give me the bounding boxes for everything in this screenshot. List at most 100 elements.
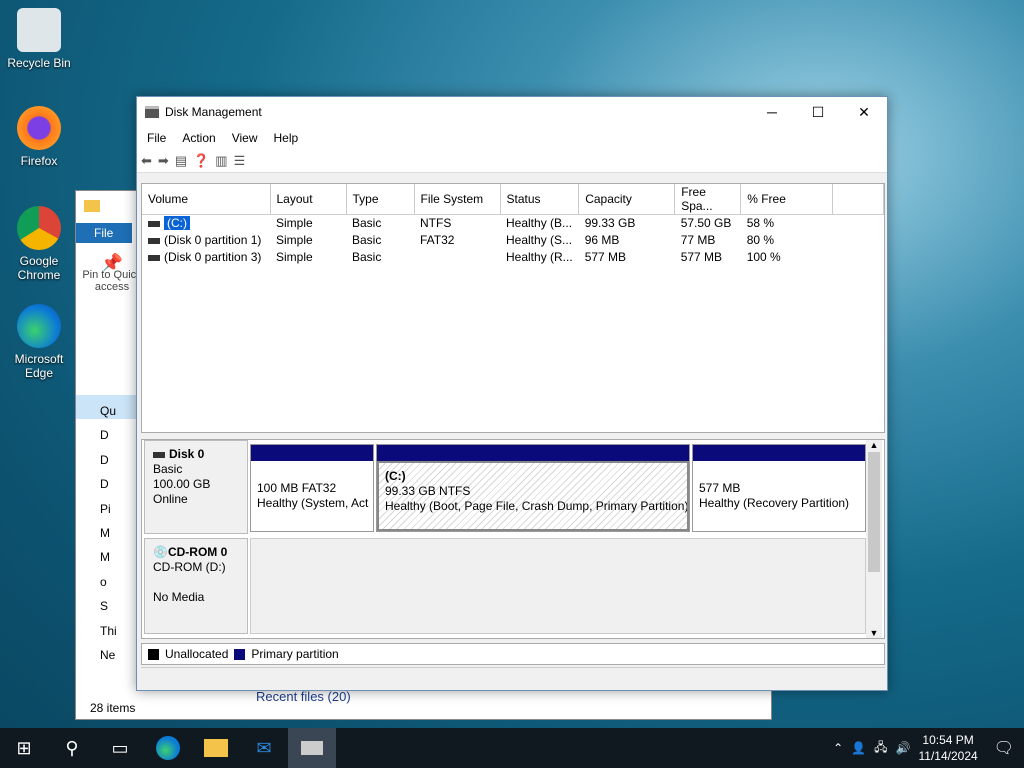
cell bbox=[414, 249, 500, 266]
disk-graphical-view: Disk 0 Basic 100.00 GB Online 100 MB FAT… bbox=[141, 439, 885, 639]
forward-arrow-icon[interactable]: ➡ bbox=[158, 153, 169, 169]
partition-system[interactable]: 100 MB FAT32 Healthy (System, Act bbox=[250, 444, 374, 532]
table-row[interactable]: (Disk 0 partition 1) Simple Basic FAT32 He… bbox=[142, 232, 884, 249]
col-free-space[interactable]: Free Spa... bbox=[674, 184, 742, 215]
cdrom-media: No Media bbox=[153, 590, 205, 604]
properties-icon[interactable]: ▤ bbox=[175, 153, 187, 169]
toolbar: ⬅ ➡ ▤ ❓ ▥ ☰ bbox=[137, 149, 887, 173]
table-row[interactable]: (Disk 0 partition 3) Simple Basic Healthy… bbox=[142, 249, 884, 266]
recycle-bin-icon bbox=[17, 8, 61, 52]
item-count: 28 items bbox=[90, 701, 136, 715]
pin-label: Pin to Quick access bbox=[82, 269, 142, 293]
disk-icon bbox=[153, 452, 165, 458]
nav-item[interactable]: D bbox=[100, 423, 117, 447]
volume-table: Volume Layout Type File System Status Ca… bbox=[142, 184, 884, 266]
col-filesystem[interactable]: File System bbox=[414, 184, 501, 215]
start-button[interactable]: ⊞ bbox=[0, 728, 48, 768]
back-arrow-icon[interactable]: ⬅ bbox=[141, 153, 152, 169]
cell: 77 MB bbox=[680, 233, 716, 247]
edge-shortcut[interactable]: Microsoft Edge bbox=[4, 304, 74, 380]
network-icon[interactable]: 🖧 bbox=[874, 738, 887, 759]
partition-recovery[interactable]: 577 MB Healthy (Recovery Partition) bbox=[692, 444, 866, 532]
col-layout[interactable]: Layout bbox=[270, 184, 347, 215]
col-type[interactable]: Type bbox=[346, 184, 415, 215]
nav-item[interactable]: Ne bbox=[100, 643, 117, 667]
taskbar-edge[interactable] bbox=[144, 728, 192, 768]
partition-c[interactable]: (C:) 99.33 GB NTFS Healthy (Boot, Page Fil… bbox=[376, 444, 690, 532]
nav-item[interactable]: D bbox=[100, 448, 117, 472]
col-capacity[interactable]: Capacity bbox=[578, 184, 676, 215]
volume-name: (C:) bbox=[164, 216, 190, 231]
scroll-thumb[interactable] bbox=[868, 452, 880, 572]
explorer-file-tab[interactable]: File bbox=[76, 223, 132, 243]
partition-status: Healthy (Boot, Page File, Crash Dump, Pr… bbox=[385, 499, 689, 513]
cell: Healthy (S... bbox=[506, 233, 573, 247]
cell: 100 % bbox=[746, 250, 781, 264]
title-bar: Disk Management ─ ☐ ✕ bbox=[137, 97, 887, 127]
menu-file[interactable]: File bbox=[139, 131, 174, 145]
nav-item[interactable]: Thi bbox=[100, 619, 117, 643]
search-icon: ⚲ bbox=[65, 737, 79, 758]
firefox-shortcut[interactable]: Firefox bbox=[4, 106, 74, 168]
clock-time: 10:54 PM bbox=[922, 733, 974, 747]
search-button[interactable]: ⚲ bbox=[48, 728, 96, 768]
recycle-bin-shortcut[interactable]: Recycle Bin bbox=[4, 8, 74, 70]
disk-mgmt-app-icon bbox=[145, 106, 159, 118]
minimize-button[interactable]: ─ bbox=[749, 97, 795, 127]
cell: Simple bbox=[276, 250, 313, 264]
drive-icon bbox=[148, 238, 160, 244]
volume-name: (Disk 0 partition 1) bbox=[164, 233, 262, 247]
disk-state: Online bbox=[153, 492, 188, 506]
close-button[interactable]: ✕ bbox=[841, 97, 887, 127]
system-tray: ⌃ 👤 🖧 🔊 10:54 PM 11/14/2024 🗨 bbox=[833, 732, 1024, 764]
nav-item[interactable]: S bbox=[100, 594, 117, 618]
recent-files-header[interactable]: Recent files (20) bbox=[256, 689, 351, 704]
nav-item[interactable]: Qu bbox=[100, 399, 117, 423]
col-volume[interactable]: Volume bbox=[142, 184, 271, 215]
col-status[interactable]: Status bbox=[500, 184, 580, 215]
show-hide-icon[interactable]: ▥ bbox=[215, 153, 227, 169]
partition-size: 99.33 GB NTFS bbox=[385, 484, 471, 498]
menu-help[interactable]: Help bbox=[266, 131, 307, 145]
col-percent-free[interactable]: % Free bbox=[740, 184, 834, 215]
menu-view[interactable]: View bbox=[224, 131, 266, 145]
disk-mgmt-icon bbox=[301, 741, 323, 755]
nav-item[interactable]: M bbox=[100, 521, 117, 545]
task-view-icon: ▭ bbox=[111, 737, 129, 758]
volume-icon[interactable]: 🔊 bbox=[896, 741, 911, 755]
taskbar: ⊞ ⚲ ▭ ✉ ⌃ 👤 🖧 🔊 10:54 PM 11/14/2024 🗨 bbox=[0, 728, 1024, 768]
nav-item[interactable]: D bbox=[100, 472, 117, 496]
help-icon[interactable]: ❓ bbox=[193, 153, 209, 169]
primary-swatch bbox=[234, 648, 246, 660]
nav-item[interactable]: M bbox=[100, 545, 117, 569]
task-view-button[interactable]: ▭ bbox=[96, 728, 144, 768]
cell: Basic bbox=[352, 216, 382, 231]
table-row[interactable]: (C:) Simple Basic NTFS Healthy (B... 99.33… bbox=[142, 215, 884, 232]
pin-quick-access-button[interactable]: 📌 Pin to Quick access bbox=[82, 254, 142, 293]
chevron-up-icon[interactable]: ⌃ bbox=[833, 741, 843, 755]
cdrom-area[interactable] bbox=[250, 538, 866, 634]
nav-item[interactable]: o bbox=[100, 570, 117, 594]
partition-label: (C:) bbox=[385, 469, 406, 483]
firefox-icon bbox=[17, 106, 61, 150]
user-icon[interactable]: 👤 bbox=[851, 741, 866, 755]
clock[interactable]: 10:54 PM 11/14/2024 bbox=[919, 732, 978, 764]
chrome-shortcut[interactable]: Google Chrome bbox=[4, 206, 74, 282]
nav-item[interactable]: Pi bbox=[100, 497, 117, 521]
partition-status: Healthy (System, Act bbox=[257, 496, 369, 510]
taskbar-file-explorer[interactable] bbox=[192, 728, 240, 768]
console-tree-icon[interactable]: ☰ bbox=[234, 153, 246, 169]
taskbar-mail[interactable]: ✉ bbox=[240, 728, 288, 768]
menu-action[interactable]: Action bbox=[174, 131, 223, 145]
disk-name: Disk 0 bbox=[169, 447, 205, 461]
notification-icon[interactable]: 🗨 bbox=[994, 738, 1014, 758]
taskbar-disk-management[interactable] bbox=[288, 728, 336, 768]
disk-management-window[interactable]: Disk Management ─ ☐ ✕ File Action View H… bbox=[136, 96, 888, 691]
legend-unallocated: Unallocated bbox=[165, 647, 229, 661]
disk-0-label[interactable]: Disk 0 Basic 100.00 GB Online bbox=[144, 440, 248, 534]
cell: FAT32 bbox=[420, 233, 455, 247]
explorer-nav-list: Qu D D D Pi M M o S Thi Ne bbox=[100, 399, 117, 667]
maximize-button[interactable]: ☐ bbox=[795, 97, 841, 127]
cdrom-0-label[interactable]: 💿CD-ROM 0 CD-ROM (D:) No Media bbox=[144, 538, 248, 634]
vertical-scrollbar[interactable]: ▲ ▼ bbox=[866, 440, 882, 638]
